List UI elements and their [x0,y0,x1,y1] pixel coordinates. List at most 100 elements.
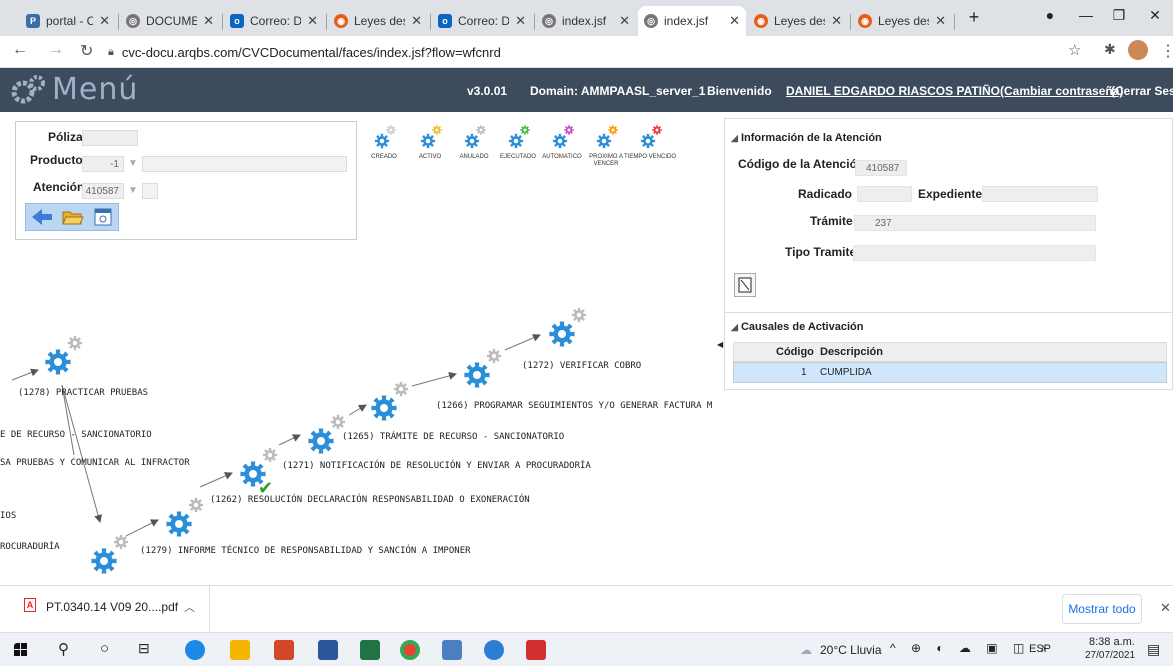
chrome-icon[interactable] [400,640,420,660]
chevron-down-icon[interactable]: ▼ [128,158,138,169]
search-icon[interactable]: ⚲ [58,640,78,660]
avatar[interactable] [1128,40,1148,60]
menu-logo[interactable]: Menú [10,72,138,107]
table-row[interactable]: 1 CUMPLIDA [733,362,1167,383]
more-menu-icon[interactable]: ⋮ [1160,41,1173,61]
close-icon[interactable]: ✕ [203,13,214,29]
minimize-icon[interactable]: — [1072,4,1100,26]
flow-node-label[interactable]: (1265) TRÁMITE DE RECURSO - SANCIONATORI… [342,432,564,442]
gear-icon[interactable] [163,496,207,540]
bookmark-star-icon[interactable]: ☆ [1068,41,1081,59]
notifications-icon[interactable]: ▤ [1147,641,1160,658]
legend-gear-icon [593,124,619,150]
downloads-bar: A PT.0340.14 V09 20....pdf ︿ Mostrar tod… [0,585,1173,632]
task-view-icon[interactable]: ⊟ [138,640,158,660]
flow-node-label[interactable]: ROCURADURÍA [0,542,60,552]
codigo-label: Código de la Atención [738,157,865,171]
app-icon[interactable] [442,640,462,660]
app-icon-2[interactable] [484,640,504,660]
weather-label[interactable]: 20°C Lluvia [820,643,882,657]
poliza-field[interactable] [82,130,138,146]
info-section-header[interactable]: ◢ Información de la Atención [731,132,882,144]
legend-label: TIEMPO VENCIDO [624,154,677,160]
chevron-up-icon[interactable]: ︿ [184,599,195,615]
tab-index-1[interactable]: ◎ index.jsf ✕ [536,6,636,36]
gear-icon[interactable] [368,380,412,424]
clock-date[interactable]: 27/07/2021 [1085,650,1135,661]
forward-icon[interactable]: → [48,41,64,59]
close-icon[interactable]: ✕ [729,13,740,29]
leyes-icon: ◉ [334,14,348,28]
close-icon[interactable]: ✕ [1160,600,1171,616]
gear-icon[interactable] [546,306,590,350]
logout-link[interactable]: (Cerrar Sesión [1111,84,1173,98]
row-codigo: 1 [801,367,807,378]
taskbar: ⚲ ○ ⊟ ☁ 20°C Lluvia ^ ⊕ ◐ ☁ ▣ ◫ ♪ ESP 8:… [0,632,1173,666]
new-tab-button[interactable]: + [960,6,988,28]
close-icon[interactable]: ✕ [935,13,946,29]
back-icon[interactable]: ← [12,41,28,59]
chevron-down-icon[interactable]: ▼ [128,185,138,196]
window-close-icon[interactable]: ✕ [1141,4,1169,26]
edge-icon[interactable] [185,640,205,660]
close-icon[interactable]: ✕ [307,13,318,29]
close-icon[interactable]: ✕ [515,13,526,29]
tab-leyes-2[interactable]: ◉ Leyes desc ✕ [748,6,848,36]
extensions-icon[interactable]: ✱ [1104,41,1116,58]
gear-icon[interactable] [461,347,505,391]
flow-node-label[interactable]: (1279) INFORME TÉCNICO DE RESPONSABILIDA… [140,546,471,556]
profile-dot-icon[interactable]: ● [1036,4,1064,26]
close-icon[interactable]: ✕ [99,13,110,29]
download-item[interactable]: A PT.0340.14 V09 20....pdf ︿ [0,586,210,632]
flow-node-label[interactable]: (1271) NOTIFICACIÓN DE RESOLUCIÓN Y ENVI… [282,461,591,471]
document-button[interactable] [734,273,756,297]
language-indicator[interactable]: ESP [1029,643,1051,655]
excel-icon[interactable] [360,640,380,660]
legend-label: CREADO [371,154,397,160]
atencion-select[interactable]: 410587 [82,183,124,199]
codigo-field: 410587 [855,160,907,176]
flow-node-label[interactable]: (1266) PROGRAMAR SEGUIMIENTOS Y/O GENERA… [436,401,712,411]
flow-node-label[interactable]: IOS [0,511,16,521]
triangle-icon: ◢ [731,322,738,332]
flow-node-label[interactable]: E DE RECURSO - SANCIONATORIO [0,430,152,440]
restore-icon[interactable]: ❐ [1105,4,1133,26]
close-icon[interactable]: ✕ [831,13,842,29]
tab-index-active[interactable]: ◎ index.jsf ✕ [638,6,746,36]
tab-documen[interactable]: ◎ DOCUMEN ✕ [120,6,220,36]
causales-section-header[interactable]: ◢ Causales de Activación [731,321,863,333]
producto-select[interactable]: -1 [82,156,124,172]
show-all-button[interactable]: Mostrar todo [1062,594,1142,624]
flow-node-label[interactable]: (1278) PRACTICAR PRUEBAS [18,388,148,398]
flow-node-label[interactable]: (1272) VERIFICAR COBRO [522,361,641,371]
tray-icons[interactable]: ^ ⊕ ◐ ☁ ▣ ◫ ♪ [890,641,1052,655]
windows-start-icon[interactable] [14,643,34,663]
close-icon[interactable]: ✕ [619,13,630,29]
cortana-icon[interactable]: ○ [100,640,120,660]
gear-icon[interactable] [42,334,86,378]
back-arrow-icon[interactable] [32,209,52,225]
tab-portal[interactable]: Pportal - Ca ✕ [20,6,116,36]
address-bar: ← → ↻ 🔒︎ cvc-docu.arqbs.com/CVCDocumental… [0,36,1173,68]
url-field[interactable]: 🔒︎ cvc-docu.arqbs.com/CVCDocumental/faces… [108,40,1108,64]
legend-item: CREADO [358,124,410,161]
tab-leyes-3[interactable]: ◉ Leyes desc ✕ [852,6,952,36]
flow-node-label[interactable]: SA PRUEBAS Y COMUNICAR AL INFRACTOR [0,458,190,468]
clock-time[interactable]: 8:38 a.m. [1089,636,1135,648]
word-icon[interactable] [318,640,338,660]
user-link[interactable]: DANIEL EDGARDO RIASCOS PATIÑO(Cambiar co… [786,84,1123,98]
acrobat-icon[interactable] [526,640,546,660]
gear-icon[interactable] [88,533,132,577]
legend-gear-icon [549,124,575,150]
tab-correo-2[interactable]: o Correo: Da ✕ [432,6,532,36]
close-icon[interactable]: ✕ [411,13,422,29]
producto-value: -1 [110,158,119,170]
tab-leyes-1[interactable]: ◉ Leyes desc ✕ [328,6,428,36]
file-explorer-icon[interactable] [230,640,250,660]
legend-gear-icon [505,124,531,150]
reload-icon[interactable]: ↻ [80,41,93,61]
powerpoint-icon[interactable] [274,640,294,660]
open-folder-icon[interactable] [62,208,84,226]
tab-correo-1[interactable]: o Correo: DA ✕ [224,6,324,36]
window-icon[interactable] [94,208,112,226]
